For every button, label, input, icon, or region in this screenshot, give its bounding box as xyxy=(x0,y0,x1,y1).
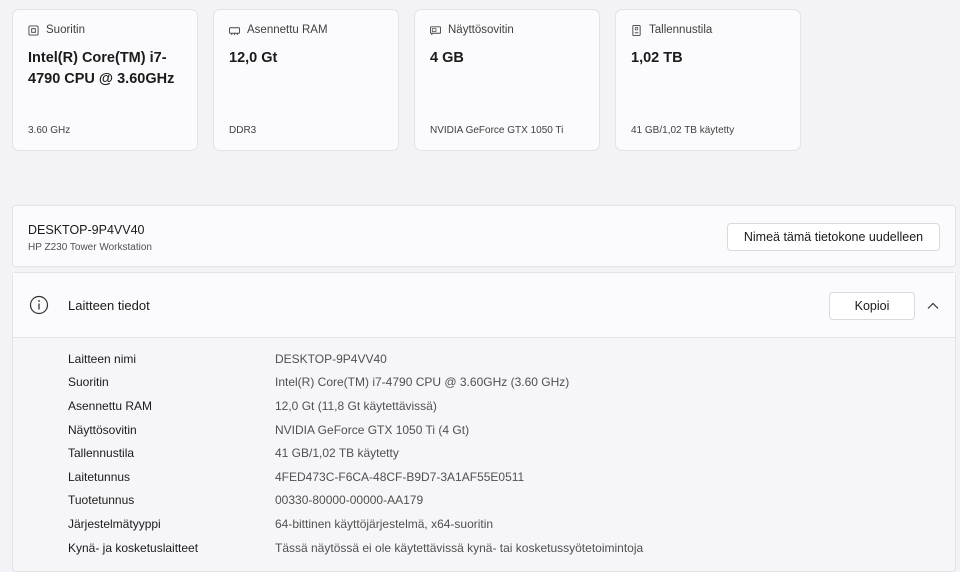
spec-label: Suoritin xyxy=(68,375,109,390)
spec-row-storage: Tallennustila 41 GB/1,02 TB käytetty xyxy=(68,441,643,465)
spec-card-value: 1,02 TB xyxy=(631,50,683,66)
device-specs-title: Laitteen tiedot xyxy=(68,298,150,313)
spec-label: Tuotetunnus xyxy=(68,493,135,508)
storage-icon xyxy=(632,24,641,36)
spec-card-value: 12,0 Gt xyxy=(229,50,278,66)
spec-row-product-id: Tuotetunnus 00330-80000-00000-AA179 xyxy=(68,489,643,513)
spec-row-device-id: Laitetunnus 4FED473C-F6CA-48CF-B9D7-3A1AF… xyxy=(68,465,643,489)
spec-card-subtext: 3.60 GHz xyxy=(28,125,71,136)
spec-value: 00330-80000-00000-AA179 xyxy=(275,493,424,508)
spec-card-subtext: NVIDIA GeForce GTX 1050 Ti xyxy=(430,125,564,136)
info-icon xyxy=(29,295,49,315)
spec-card-storage: Tallennustila 1,02 TB 41 GB/1,02 TB käyt… xyxy=(615,9,801,151)
spec-row-gpu: Näyttösovitin NVIDIA GeForce GTX 1050 Ti … xyxy=(68,418,643,442)
spec-card-title: Tallennustila xyxy=(649,24,713,36)
spec-card-title: Asennettu RAM xyxy=(247,24,328,36)
spec-label: Näyttösovitin xyxy=(68,422,137,437)
spec-card-gpu: Näyttösovitin 4 GB NVIDIA GeForce GTX 10… xyxy=(414,9,600,151)
spec-card-header: Suoritin xyxy=(28,24,85,36)
spec-label: Laitteen nimi xyxy=(68,351,137,366)
spec-card-value: Intel(R) Core(TM) i7-4790 CPU @ 3.60GHz xyxy=(28,50,175,87)
ram-icon xyxy=(229,26,240,35)
copy-button[interactable]: Kopioi xyxy=(829,292,915,320)
spec-label: Kynä- ja kosketuslaitteet xyxy=(68,540,199,555)
spec-row-ram: Asennettu RAM 12,0 Gt (11,8 Gt käytettävi… xyxy=(68,394,643,418)
device-name-panel: DESKTOP-9P4VV40 HP Z230 Tower Workstatio… xyxy=(12,205,956,267)
spec-label: Laitetunnus xyxy=(68,469,131,484)
spec-card-ram: Asennettu RAM 12,0 Gt DDR3 xyxy=(213,9,399,151)
device-specs-header[interactable]: Laitteen tiedot Kopioi xyxy=(13,273,955,338)
spec-card-processor: Suoritin Intel(R) Core(TM) i7-4790 CPU @… xyxy=(12,9,198,151)
spec-value: 41 GB/1,02 TB käytetty xyxy=(275,446,399,461)
device-specs-panel: Laitteen tiedot Kopioi Laitteen nimi DESK… xyxy=(12,272,956,572)
device-name: DESKTOP-9P4VV40 xyxy=(28,223,145,237)
spec-value: NVIDIA GeForce GTX 1050 Ti (4 Gt) xyxy=(275,422,470,437)
spec-label: Asennettu RAM xyxy=(68,398,153,413)
spec-value: 64-bittinen käyttöjärjestelmä, x64-suori… xyxy=(275,516,494,531)
spec-card-subtext: 41 GB/1,02 TB käytetty xyxy=(631,125,735,136)
device-model: HP Z230 Tower Workstation xyxy=(28,242,152,253)
chevron-up-icon[interactable] xyxy=(924,297,942,315)
spec-label: Tallennustila xyxy=(68,446,135,461)
spec-value: 12,0 Gt (11,8 Gt käytettävissä) xyxy=(275,398,437,413)
spec-card-subtext: DDR3 xyxy=(229,125,257,136)
spec-row-device-name: Laitteen nimi DESKTOP-9P4VV40 xyxy=(68,347,643,371)
spec-value: Intel(R) Core(TM) i7-4790 CPU @ 3.60GHz … xyxy=(275,375,570,390)
spec-card-title: Näyttösovitin xyxy=(448,24,514,36)
spec-value: 4FED473C-F6CA-48CF-B9D7-3A1AF55E0511 xyxy=(275,469,525,484)
spec-label: Järjestelmätyyppi xyxy=(68,516,161,531)
spec-card-header: Näyttösovitin xyxy=(430,24,514,36)
spec-card-header: Tallennustila xyxy=(631,24,712,36)
spec-card-title: Suoritin xyxy=(46,24,85,36)
spec-row-processor: Suoritin Intel(R) Core(TM) i7-4790 CPU @ … xyxy=(68,371,643,395)
spec-row-system-type: Järjestelmätyyppi 64-bittinen käyttöjärje… xyxy=(68,512,643,536)
spec-card-header: Asennettu RAM xyxy=(229,24,328,36)
gpu-icon xyxy=(430,25,441,35)
spec-card-value: 4 GB xyxy=(430,50,464,66)
processor-icon xyxy=(28,24,39,36)
spec-row-pen-touch: Kynä- ja kosketuslaitteet Tässä näytössä … xyxy=(68,536,643,560)
spec-value: Tässä näytössä ei ole käytettävissä kynä… xyxy=(275,540,644,555)
rename-pc-button[interactable]: Nimeä tämä tietokone uudelleen xyxy=(727,223,940,251)
spec-value: DESKTOP-9P4VV40 xyxy=(275,351,387,366)
device-specs-list: Laitteen nimi DESKTOP-9P4VV40 Suoritin Int… xyxy=(68,347,643,559)
